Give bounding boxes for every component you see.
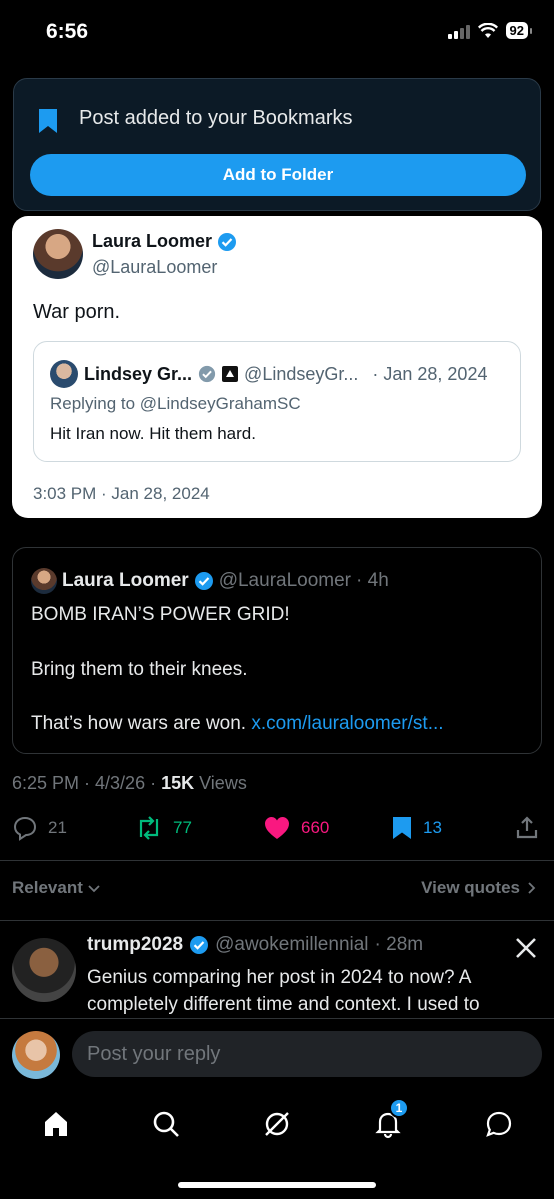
bookmark-toast: Post added to your Bookmarks Add to Fold… xyxy=(13,78,541,211)
reply-composer: Post your reply xyxy=(0,1018,554,1090)
inner-author-handle: @LindseyGr... xyxy=(244,363,359,384)
tab-notifications[interactable]: 1 xyxy=(370,1098,409,1142)
bookmark-button[interactable]: 13 xyxy=(391,815,442,841)
verified-badge-icon xyxy=(190,936,209,954)
author-name: Laura Loomer xyxy=(92,231,237,252)
reply-post[interactable]: trump2028 @awokemillennial · 28m Genius … xyxy=(0,922,554,1018)
home-icon xyxy=(45,1112,67,1136)
post-line-with-link: That’s how wars are won. x.com/lauraloom… xyxy=(31,713,444,735)
reply-header: trump2028 @awokemillennial · 28m xyxy=(87,934,423,956)
search-icon xyxy=(153,1111,179,1137)
post-text: War porn. xyxy=(33,301,121,323)
quoted-post[interactable]: Laura Loomer @LauraLoomer · 4h BOMB IRAN… xyxy=(12,547,542,754)
repost-icon xyxy=(139,816,159,840)
sort-dropdown[interactable]: Relevant xyxy=(12,878,101,898)
post-line: BOMB IRAN’S POWER GRID! xyxy=(31,604,290,625)
x-logo-icon[interactable] xyxy=(514,936,538,960)
post-meta: 6:25 PM · 4/3/26 · 15K Views xyxy=(12,773,247,794)
wifi-icon xyxy=(477,22,498,38)
tab-search[interactable] xyxy=(148,1106,184,1142)
post-line-text: That’s how wars are won. xyxy=(31,713,247,734)
repost-count: 77 xyxy=(173,818,192,837)
reply-input[interactable]: Post your reply xyxy=(72,1031,542,1077)
add-to-folder-button[interactable]: Add to Folder xyxy=(30,154,526,196)
replying-to: Replying to @LindseyGrahamSC xyxy=(50,394,301,413)
verified-badge-icon xyxy=(194,572,213,590)
inner-post-date: · Jan 28, 2024 xyxy=(372,363,488,384)
author-name-text: Laura Loomer xyxy=(92,231,213,251)
inner-author-name: Lindsey Gr... xyxy=(84,363,193,384)
inner-post-header: Lindsey Gr... @LindseyGr... · Jan 28, 20… xyxy=(50,360,506,388)
avatar xyxy=(50,360,78,388)
quoted-post-image[interactable]: Laura Loomer @LauraLoomer War porn. Lind… xyxy=(12,216,542,518)
avatar xyxy=(12,1031,60,1079)
heart-icon xyxy=(265,817,289,839)
inner-post-text: Hit Iran now. Hit them hard. xyxy=(50,424,256,443)
divider xyxy=(0,920,554,921)
like-count: 660 xyxy=(301,818,330,837)
chevron-down-icon xyxy=(88,885,100,893)
share-icon xyxy=(516,816,538,839)
author-handle: @awokemillennial xyxy=(215,934,369,955)
author-handle: @LauraLoomer xyxy=(92,257,218,277)
views-label: Views xyxy=(199,773,247,793)
post-age: · 28m xyxy=(374,934,424,955)
bookmark-icon xyxy=(39,109,57,133)
view-quotes-label: View quotes xyxy=(421,878,520,897)
inner-quoted-post: Lindsey Gr... @LindseyGr... · Jan 28, 20… xyxy=(33,341,521,462)
verified-badge-icon xyxy=(198,365,216,383)
post-time: 6:25 PM · 4/3/26 · xyxy=(12,773,162,793)
avatar xyxy=(31,568,57,594)
reply-icon xyxy=(13,816,37,841)
author-handle: @LauraLoomer xyxy=(218,570,352,591)
views-count: 15K xyxy=(161,773,195,793)
signal-icon xyxy=(447,23,470,39)
bookmark-count: 13 xyxy=(423,818,442,837)
divider xyxy=(0,860,554,861)
avatar xyxy=(33,229,83,279)
repost-button[interactable]: 77 xyxy=(135,815,192,841)
status-indicators: 92 xyxy=(447,22,533,39)
grok-icon xyxy=(265,1112,289,1136)
action-bar: 21 77 660 13 xyxy=(12,815,542,847)
bookmark-icon xyxy=(393,817,411,839)
status-time: 6:56 xyxy=(46,20,89,43)
sort-label: Relevant xyxy=(12,878,83,897)
home-indicator xyxy=(178,1182,376,1188)
share-button[interactable] xyxy=(514,815,540,841)
affiliation-icon xyxy=(222,366,239,382)
message-icon xyxy=(486,1111,512,1137)
toast-message: Post added to your Bookmarks xyxy=(79,107,353,129)
post-line: Bring them to their knees. xyxy=(31,659,248,680)
quoted-post-header: Laura Loomer @LauraLoomer · 4h xyxy=(31,568,389,594)
reply-count: 21 xyxy=(48,818,67,837)
view-quotes-link[interactable]: View quotes xyxy=(421,878,538,898)
reply-button[interactable]: 21 xyxy=(12,815,67,841)
post-age: · 4h xyxy=(356,570,389,591)
verified-badge-icon xyxy=(218,232,237,251)
tab-grok[interactable] xyxy=(259,1106,295,1142)
tab-messages[interactable] xyxy=(481,1106,517,1142)
battery-indicator: 92 xyxy=(505,22,533,39)
chevron-right-icon xyxy=(528,882,536,894)
notification-badge: 1 xyxy=(389,1098,409,1118)
author-name: Laura Loomer xyxy=(62,570,189,591)
post-timestamp: 3:03 PM · Jan 28, 2024 xyxy=(33,484,210,503)
reply-text: Genius comparing her post in 2024 to now… xyxy=(87,967,480,1015)
tab-home[interactable] xyxy=(38,1106,74,1142)
status-bar: 6:56 92 xyxy=(0,0,554,70)
author-name: trump2028 xyxy=(87,934,184,955)
post-link[interactable]: x.com/lauraloomer/st... xyxy=(251,713,443,734)
avatar[interactable] xyxy=(12,938,76,1002)
like-button[interactable]: 660 xyxy=(263,815,329,841)
